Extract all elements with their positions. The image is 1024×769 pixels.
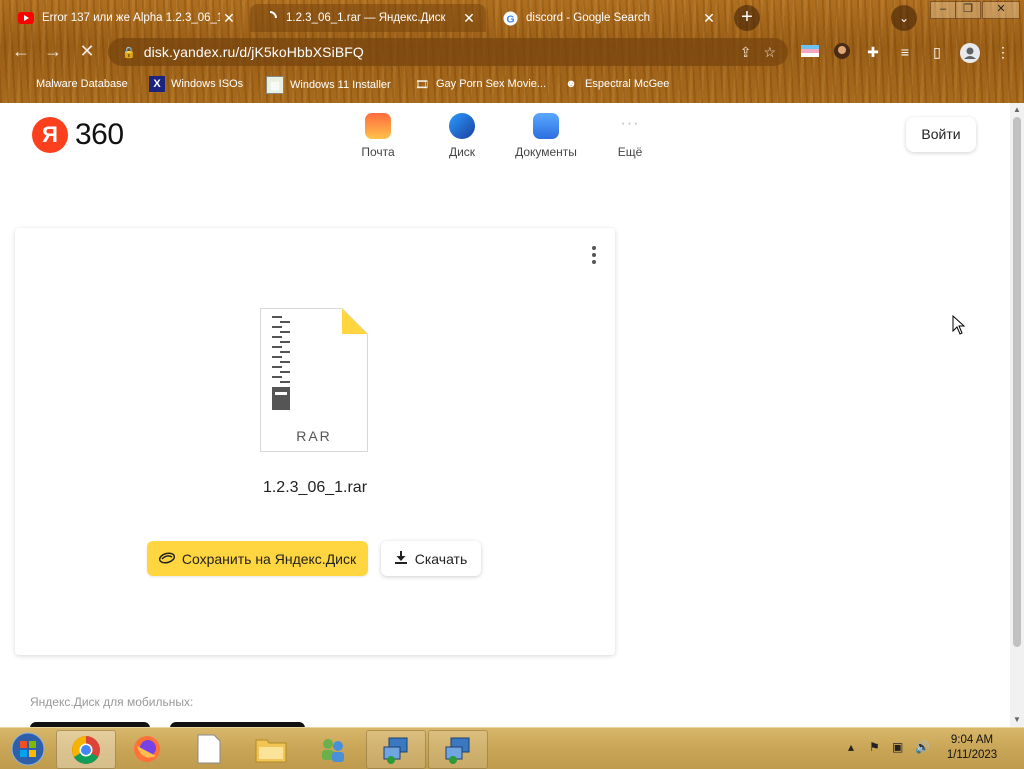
document-icon xyxy=(197,734,221,763)
google-icon: G xyxy=(502,10,518,26)
tab-youtube[interactable]: Error 137 или же Alpha 1.2.3_06_1 (Мега … xyxy=(6,4,246,32)
page-scrollbar[interactable]: ▲ ▼ xyxy=(1010,103,1024,727)
mobile-apps-label: Яндекс.Диск для мобильных: xyxy=(30,695,194,709)
service-mail[interactable]: Почта xyxy=(338,113,418,159)
login-button[interactable]: Войти xyxy=(906,117,976,152)
image-icon: ▦ xyxy=(266,76,284,94)
scrollbar-thumb[interactable] xyxy=(1013,117,1021,647)
tab-label: discord - Google Search xyxy=(526,12,651,24)
clock-time: 9:04 AM xyxy=(950,734,994,746)
save-to-disk-button[interactable]: Сохранить на Яндекс.Диск xyxy=(147,541,368,576)
tab-google-search[interactable]: G discord - Google Search ✕ xyxy=(490,4,726,32)
documents-icon xyxy=(533,113,559,139)
service-more[interactable]: ··· Ещё xyxy=(590,113,670,159)
download-icon xyxy=(394,550,407,567)
bookmark-espectral-mcgee[interactable]: ☻ Espectral McGee xyxy=(563,76,669,92)
more-icon: ··· xyxy=(620,115,640,132)
windows-taskbar: ▴ ⚑ ▣ 🔊 9:04 AM 1/11/2023 xyxy=(0,727,1024,769)
extension-avatar-icon[interactable] xyxy=(833,43,851,61)
network-computer-icon xyxy=(445,737,470,764)
taskbar-explorer[interactable] xyxy=(242,730,300,767)
x-logo-icon: X xyxy=(149,76,165,92)
scroll-up-icon[interactable]: ▲ xyxy=(1010,103,1024,117)
disk-icon xyxy=(449,113,475,139)
disk-save-icon xyxy=(158,551,175,567)
start-button[interactable] xyxy=(2,730,54,767)
stop-loading-icon[interactable]: ✕ xyxy=(76,41,98,62)
scroll-down-icon[interactable]: ▼ xyxy=(1010,713,1024,727)
media-control-icon[interactable]: ≡ xyxy=(896,43,914,61)
taskbar-firefox[interactable] xyxy=(118,730,176,767)
bookmark-windows-isos[interactable]: X Windows ISOs xyxy=(149,76,243,92)
bookmark-star-icon[interactable]: ☆ xyxy=(763,44,776,61)
show-hidden-icons[interactable]: ▴ xyxy=(848,740,854,754)
file-name: 1.2.3_06_1.rar xyxy=(262,479,368,496)
folder-icon xyxy=(255,739,287,762)
network-icon[interactable]: ▣ xyxy=(892,740,903,754)
users-icon xyxy=(322,738,344,762)
bookmark-windows-11-installer[interactable]: ▦ Windows 11 Installer xyxy=(266,76,391,94)
maximize-button[interactable]: ❐ xyxy=(955,1,981,19)
new-tab-button[interactable]: + xyxy=(734,5,760,31)
download-button[interactable]: Скачать xyxy=(381,541,481,576)
close-window-button[interactable]: ✕ xyxy=(982,1,1020,19)
close-icon[interactable]: ✕ xyxy=(460,10,478,27)
yandex-360-logo[interactable]: Я 360 xyxy=(32,117,124,153)
extension-flag-icon[interactable] xyxy=(801,43,819,61)
lock-icon: 🔒 xyxy=(122,46,136,59)
bookmark-icon xyxy=(14,76,30,92)
more-options-icon[interactable] xyxy=(591,246,597,264)
bookmark-malware-database[interactable]: Malware Database xyxy=(14,76,128,92)
service-disk[interactable]: Диск xyxy=(422,113,502,159)
volume-icon[interactable]: 🔊 xyxy=(915,740,930,754)
loading-spinner-icon xyxy=(262,10,278,26)
film-icon: 🎞 xyxy=(415,78,429,91)
action-center-flag-icon[interactable]: ⚑ xyxy=(869,740,880,754)
system-clock[interactable]: 9:04 AM 1/11/2023 xyxy=(936,733,1008,763)
mail-icon xyxy=(365,113,391,139)
bookmarks-bar: Malware Database X Windows ISOs ▦ Window… xyxy=(0,72,1024,96)
menu-kebab-icon[interactable]: ⋮ xyxy=(994,43,1012,61)
clock-date: 1/11/2023 xyxy=(946,749,998,761)
share-icon[interactable]: ⇪ xyxy=(740,44,752,61)
service-documents[interactable]: Документы xyxy=(506,113,586,159)
minimize-button[interactable]: – xyxy=(930,1,956,19)
yandex-logo-icon: Я xyxy=(32,117,68,153)
bookmark-movie[interactable]: 🎞 Gay Porn Sex Movie... xyxy=(414,76,546,92)
taskbar-network-app-2[interactable] xyxy=(428,730,488,769)
forward-icon[interactable]: → xyxy=(42,41,64,62)
close-icon[interactable]: ✕ xyxy=(700,10,718,27)
back-icon[interactable]: ← xyxy=(10,41,32,62)
profile-icon[interactable] xyxy=(960,43,980,63)
taskbar-document[interactable] xyxy=(180,730,238,767)
tab-yandex-disk[interactable]: 1.2.3_06_1.rar — Яндекс.Диск ✕ xyxy=(250,4,486,32)
tab-label: Error 137 или же Alpha 1.2.3_06_1 (Мега … xyxy=(42,12,220,24)
tab-search-icon[interactable]: ⌄ xyxy=(891,5,917,31)
tab-label: 1.2.3_06_1.rar — Яндекс.Диск xyxy=(286,12,446,24)
extensions-puzzle-icon[interactable]: ✚ xyxy=(864,43,882,61)
side-panel-icon[interactable]: ▯ xyxy=(928,43,946,61)
url-text: disk.yandex.ru/d/jK5koHbbXSiBFQ xyxy=(143,44,364,60)
youtube-icon xyxy=(18,10,34,26)
page-content: Я 360 Почта Диск Документы ··· Ещё Войти xyxy=(0,103,1010,727)
taskbar-users[interactable] xyxy=(304,730,362,767)
character-icon: ☻ xyxy=(565,78,577,90)
close-icon[interactable]: ✕ xyxy=(220,10,238,27)
file-card: RAR 1.2.3_06_1.rar Сохранить на Яндекс.Д… xyxy=(15,228,615,655)
browser-chrome: Error 137 или же Alpha 1.2.3_06_1 (Мега … xyxy=(0,0,1024,103)
chrome-icon xyxy=(72,735,100,764)
firefox-icon xyxy=(134,735,160,762)
mouse-cursor-icon xyxy=(952,315,966,335)
taskbar-chrome[interactable] xyxy=(56,730,116,769)
network-computer-icon xyxy=(383,737,408,764)
taskbar-network-app-1[interactable] xyxy=(366,730,426,769)
logo-text: 360 xyxy=(75,118,124,151)
address-bar[interactable]: 🔒 disk.yandex.ru/d/jK5koHbbXSiBFQ ⇪ ☆ xyxy=(108,38,788,66)
svg-text:G: G xyxy=(506,14,514,25)
file-type-label: RAR xyxy=(296,428,332,444)
